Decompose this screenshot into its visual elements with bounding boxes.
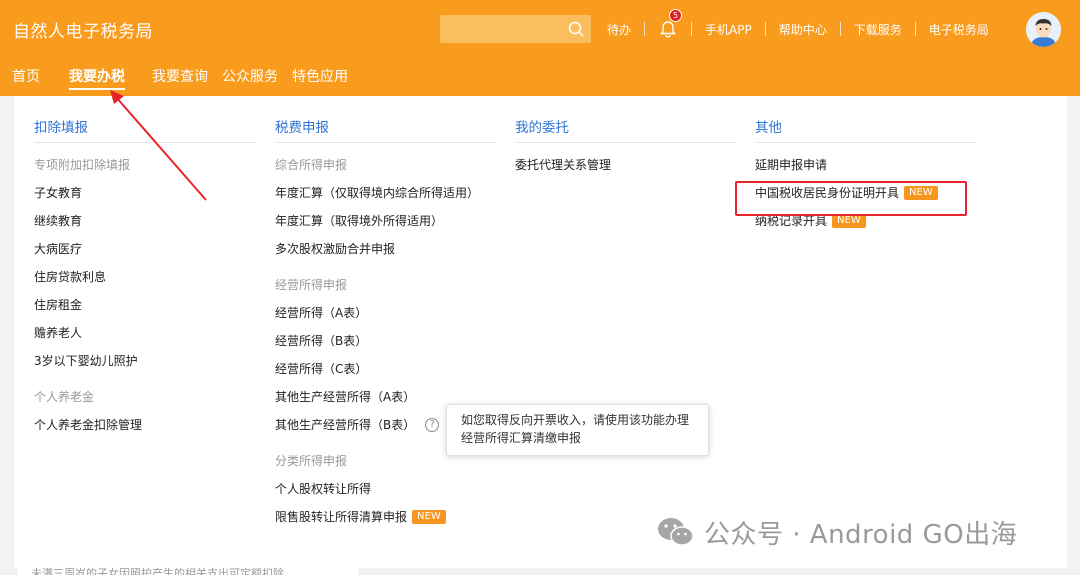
group-label: 专项附加扣除填报 <box>34 158 131 172</box>
column-title: 其他 <box>755 113 977 143</box>
tooltip-line: 如您取得反向开票收入，请使用该功能办理 <box>461 413 690 427</box>
user-avatar[interactable] <box>1026 12 1061 47</box>
menu-item-serious-illness[interactable]: 大病医疗 <box>34 235 256 263</box>
watermark-text: 公众号 · Android GO出海 <box>704 519 1018 550</box>
site-title[interactable]: 自然人电子税务局 <box>13 17 153 42</box>
nav-featured-apps[interactable]: 特色应用 <box>292 66 348 90</box>
wechat-icon <box>658 518 694 546</box>
avatar-icon <box>1026 12 1061 47</box>
nav-query[interactable]: 我要查询 <box>152 66 208 90</box>
menu-item-restricted-stock-row[interactable]: 限售股转让所得清算申报 NEW <box>275 503 497 531</box>
mobile-app-link[interactable]: 手机APP <box>705 21 752 38</box>
divider <box>839 22 841 36</box>
search-input[interactable] <box>440 15 591 43</box>
menu-item-annual-settlement-overseas[interactable]: 年度汇算（取得境外所得适用） <box>275 207 497 235</box>
nav-home[interactable]: 首页 <box>12 66 40 90</box>
divider <box>914 22 916 36</box>
menu-item-restricted-stock[interactable]: 限售股转让所得清算申报 <box>275 503 407 531</box>
annotation-highlight-box <box>735 181 967 216</box>
main-nav: 首页 我要办税 我要查询 公众服务 特色应用 <box>0 66 362 90</box>
menu-column-other: 其他 延期申报申请 中国税收居民身份证明开具 NEW 纳税记录开具 NEW <box>755 113 977 235</box>
group-label: 个人养老金 <box>34 390 95 404</box>
menu-item-business-income-b[interactable]: 经营所得（B表） <box>275 327 497 355</box>
menu-item-elderly-support[interactable]: 赡养老人 <box>34 319 256 347</box>
menu-item-continuing-education[interactable]: 继续教育 <box>34 207 256 235</box>
divider <box>644 22 646 36</box>
top-links: 待办 5 手机APP 帮助中心 下载服务 电子税务局 <box>607 9 989 38</box>
menu-item-housing-loan-interest[interactable]: 住房贷款利息 <box>34 263 256 291</box>
menu-item-business-income-c[interactable]: 经营所得（C表） <box>275 355 497 383</box>
group-label: 综合所得申报 <box>275 158 348 172</box>
menu-item-annual-settlement-domestic[interactable]: 年度汇算（仅取得境内综合所得适用） <box>275 179 497 207</box>
tooltip-line: 经营所得汇算清缴申报 <box>461 431 582 445</box>
menu-item-agency-management[interactable]: 委托代理关系管理 <box>515 151 737 179</box>
notification-count-badge: 5 <box>669 9 683 22</box>
e-tax-bureau-link[interactable]: 电子税务局 <box>929 21 989 38</box>
todo-link[interactable]: 待办 <box>607 21 631 38</box>
menu-item-deferred-filing[interactable]: 延期申报申请 <box>755 151 977 179</box>
notification-bell[interactable]: 5 <box>658 9 683 38</box>
menu-item-housing-rent[interactable]: 住房租金 <box>34 291 256 319</box>
wechat-watermark: 公众号 · Android GO出海 <box>656 512 1017 552</box>
search-icon[interactable] <box>567 20 585 38</box>
top-header: 自然人电子税务局 待办 5 手机APP 帮助中心 下载服务 电子税务局 首页 我… <box>0 0 1080 96</box>
menu-item-other-business-b[interactable]: 其他生产经营所得（B表） <box>275 411 415 439</box>
column-title: 扣除填报 <box>34 113 256 143</box>
nav-handle-tax[interactable]: 我要办税 <box>69 66 125 90</box>
menu-item-infant-care[interactable]: 3岁以下婴幼儿照护 <box>34 347 256 375</box>
menu-column-deduction: 扣除填报 专项附加扣除填报 子女教育 继续教育 大病医疗 住房贷款利息 住房租金… <box>34 113 256 439</box>
help-tooltip: 如您取得反向开票收入，请使用该功能办理 经营所得汇算清缴申报 <box>446 404 709 456</box>
menu-column-tax-filing: 税费申报 综合所得申报 年度汇算（仅取得境内综合所得适用） 年度汇算（取得境外所… <box>275 113 497 531</box>
divider <box>764 22 766 36</box>
new-badge: NEW <box>412 510 446 524</box>
menu-item-pension-deduction[interactable]: 个人养老金扣除管理 <box>34 411 256 439</box>
divider <box>691 22 693 36</box>
nav-public-service[interactable]: 公众服务 <box>222 66 278 90</box>
new-badge: NEW <box>832 214 866 228</box>
menu-column-my-entrust: 我的委托 委托代理关系管理 <box>515 113 737 179</box>
column-title: 我的委托 <box>515 113 737 143</box>
menu-item-equity-incentive[interactable]: 多次股权激励合并申报 <box>275 235 497 263</box>
menu-item-equity-transfer[interactable]: 个人股权转让所得 <box>275 475 497 503</box>
download-service-link[interactable]: 下载服务 <box>854 21 902 38</box>
question-icon[interactable]: ? <box>425 418 440 432</box>
menu-item-child-education[interactable]: 子女教育 <box>34 179 256 207</box>
menu-item-business-income-a[interactable]: 经营所得（A表） <box>275 299 497 327</box>
help-center-link[interactable]: 帮助中心 <box>779 21 827 38</box>
group-label: 经营所得申报 <box>275 278 348 292</box>
column-title: 税费申报 <box>275 113 497 143</box>
